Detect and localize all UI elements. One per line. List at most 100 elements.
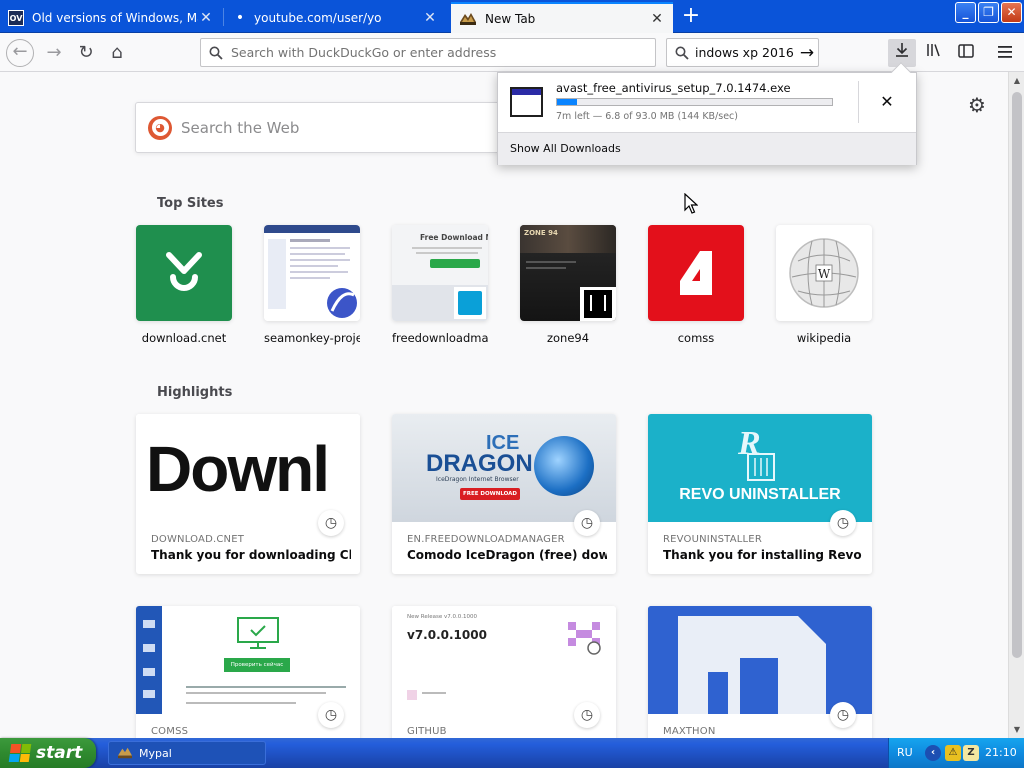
card-host: DOWNLOAD.CNET [151,534,245,545]
site-thumbnail [648,225,744,321]
window-controls: _ ❐ ✕ [955,2,1022,23]
home-button[interactable]: ⌂ [103,39,131,67]
scroll-up-arrow-icon[interactable]: ▲ [1009,76,1024,85]
free-download-button: FREE DOWNLOAD [460,488,520,500]
tab-close-icon[interactable]: ✕ [198,10,214,26]
sidebar-icon [143,690,155,698]
text-line [526,267,566,269]
top-site-comss[interactable]: comss [648,225,744,345]
site-thumbnail [264,225,360,321]
tab-youtube[interactable]: • youtube.com/user/yo ✕ [224,2,446,33]
restore-button[interactable]: ❐ [978,2,999,23]
top-sites-heading: Top Sites [157,196,224,211]
language-indicator[interactable]: RU [897,746,913,759]
identicon-icon [568,622,601,655]
download-progress-bar [556,98,833,106]
fdm-heading: Free Download Mac [420,233,488,242]
exe-file-icon [510,87,543,117]
search-go-button[interactable]: → [796,43,818,63]
duckduckgo-logo-icon: ◕ [148,115,172,140]
fdm-logo-icon [458,291,482,315]
site-label: comss [677,331,715,345]
scroll-down-arrow-icon[interactable]: ▼ [1009,725,1024,734]
top-site-wikipedia[interactable]: W wikipedia [776,225,872,345]
scrollbar-thumb[interactable] [1012,92,1022,658]
text-line [526,261,576,263]
highlight-card-download-cnet[interactable]: Downl ◷ DOWNLOAD.CNET Thank you for down… [136,414,360,574]
top-site-download-cnet[interactable]: download.cnet [136,225,232,345]
hamburger-menu-icon [998,46,1012,58]
revo-logo-icon: R [737,425,775,481]
highlight-card-icedragon[interactable]: ICE DRAGON IceDragon Internet Browser FR… [392,414,616,574]
text-line [412,247,482,249]
highlight-card-comss[interactable]: Проверить сейчас ◷ COMSS [136,606,360,738]
browser-favicon-icon [460,12,476,25]
tray-archiver-icon[interactable]: Z [963,745,979,761]
text-line [422,692,446,694]
oldversions-favicon-icon: OV [8,9,24,26]
text-line [416,252,478,254]
address-input[interactable] [231,45,655,60]
search-input[interactable]: indows xp 2016 [695,45,796,60]
search-icon [675,46,689,60]
clock-icon: ◷ [830,510,856,536]
download-file-name: avast_free_antivirus_setup_7.0.1474.exe [556,81,791,95]
new-tab-button[interactable]: + [678,4,704,30]
site-label: seamonkey-project [264,331,360,345]
minimize-button[interactable]: _ [955,2,976,23]
web-search-input[interactable] [181,118,514,137]
zone94-logo-icon [584,290,612,318]
tab-oldversions[interactable]: OV Old versions of Windows, Mac and ✕ [0,2,222,33]
divider [858,81,859,123]
taskbar-item-label: Mypal [139,746,172,760]
gear-icon[interactable]: ⚙ [966,94,988,116]
highlight-card-maxthon[interactable]: ◷ MAXTHON [648,606,872,738]
sidebar-icon [143,668,155,676]
logo-mark [604,295,606,311]
top-site-zone94[interactable]: ZONE 94 zone94 [520,225,616,345]
taskbar-item-mypal[interactable]: Mypal [108,741,266,765]
icedragon-logo-icon [534,436,594,496]
start-label: start [36,743,83,763]
tray-warning-icon[interactable]: ⚠ [945,745,961,761]
card-host: REVOUNINSTALLER [663,534,762,545]
back-button[interactable]: ← [6,39,34,67]
card-title: Comodo IceDragon (free) downl... [407,548,607,562]
sidebar-button[interactable] [952,39,980,67]
card-host: EN.FREEDOWNLOADMANAGER [407,534,565,545]
download-status: 7m left — 6.8 of 93.0 MB (144 KB/sec) [556,111,738,122]
search-bar[interactable]: indows xp 2016 → [666,38,819,67]
card-preview: R REVO UNINSTALLER [648,414,872,522]
tab-new-tab[interactable]: New Tab ✕ [451,2,673,33]
clock-icon: ◷ [318,510,344,536]
tab-close-icon[interactable]: ✕ [422,10,438,26]
site-label: download.cnet [141,331,227,345]
maxthon-logo-icon [648,606,872,714]
card-preview: ICE DRAGON IceDragon Internet Browser FR… [392,414,616,522]
tray-arrow-icon[interactable]: ‹ [925,745,941,761]
tab-close-icon[interactable]: ✕ [649,11,665,27]
web-search-box[interactable]: ◕ [135,102,515,153]
fdm-preview: Free Download Mac [392,225,488,321]
dot-favicon-icon: • [235,9,245,26]
mypal-app-icon [118,747,132,759]
forward-button[interactable]: → [40,39,68,67]
windows-flag-icon [8,744,32,762]
monitor-check-icon [237,617,279,649]
highlight-card-revo[interactable]: R REVO UNINSTALLER ◷ REVOUNINSTALLER Tha… [648,414,872,574]
highlight-card-github[interactable]: New Release v7.0.0.1000 v7.0.0.1000 ◷ GI… [392,606,616,738]
library-button[interactable] [920,39,948,67]
top-site-seamonkey[interactable]: seamonkey-project [264,225,360,345]
show-all-downloads-button[interactable]: Show All Downloads [498,132,916,165]
clock-icon: ◷ [830,702,856,728]
close-window-button[interactable]: ✕ [1001,2,1022,23]
start-button[interactable]: start [0,738,96,768]
menu-button[interactable] [991,39,1019,67]
top-site-freedownloadmanager[interactable]: Free Download Mac freedownloadman... [392,225,488,345]
cancel-download-button[interactable]: ✕ [876,91,898,113]
reload-button[interactable]: ↻ [72,39,100,67]
vertical-scrollbar[interactable]: ▲ ▼ [1008,72,1024,738]
system-tray: RU ‹ ⚠ Z 21:10 [888,738,1024,768]
clock-icon: ◷ [318,702,344,728]
address-bar[interactable] [200,38,656,67]
